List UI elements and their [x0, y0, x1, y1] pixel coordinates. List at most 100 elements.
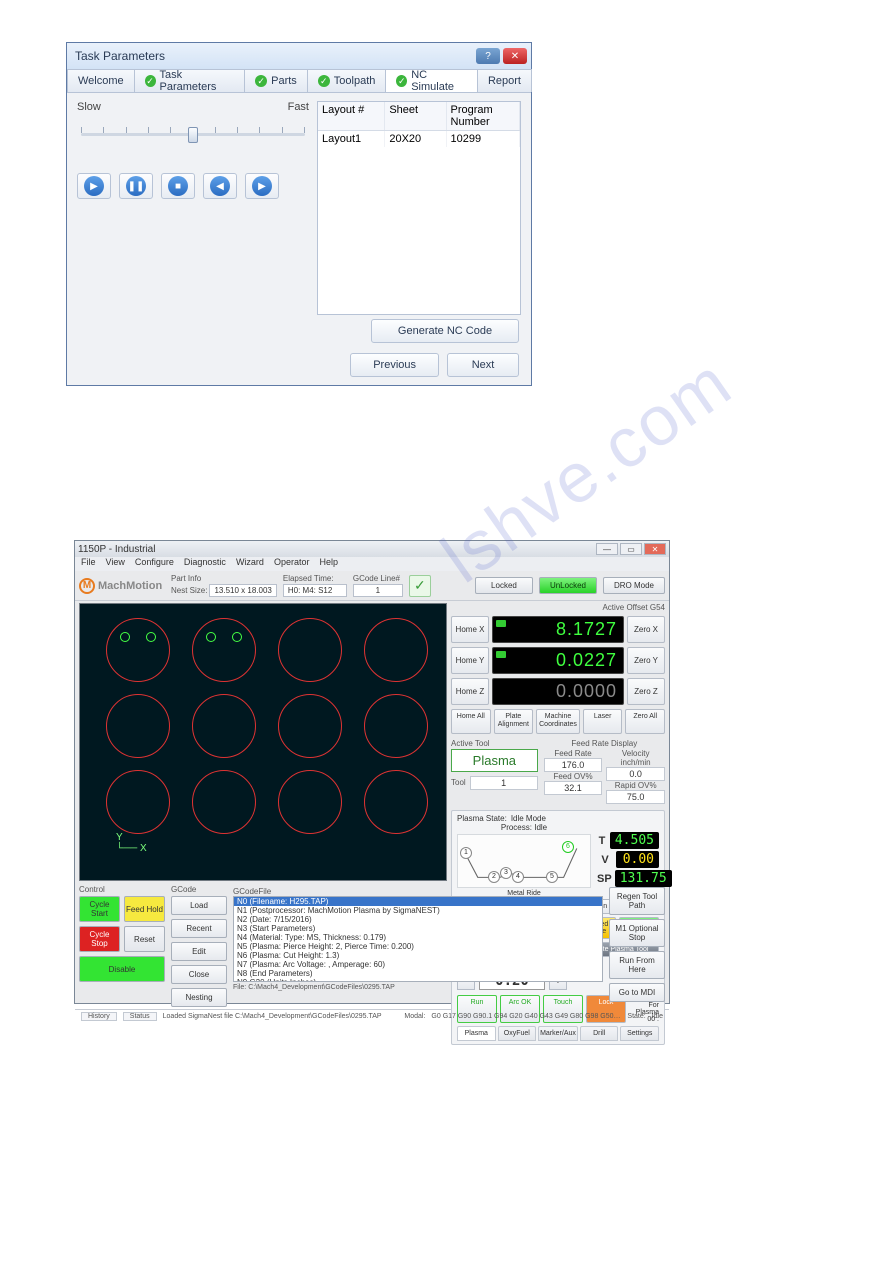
locked-button[interactable]: Locked [475, 577, 533, 594]
gcode-line[interactable]: N4 (Material: Type: MS, Thickness: 0.179… [234, 933, 602, 942]
nesting-button[interactable]: Nesting [171, 988, 227, 1007]
close-icon[interactable]: ✕ [644, 543, 666, 555]
load-button[interactable]: Load [171, 896, 227, 915]
grid-row[interactable]: Layout1 20X20 10299 [318, 131, 520, 147]
layout-grid[interactable]: Layout # Sheet Program Number Layout1 20… [317, 101, 521, 315]
status-tab-history[interactable]: History [81, 1012, 117, 1021]
feed-rate-value[interactable]: 176.0 [544, 758, 603, 772]
stop-button[interactable]: ■ [161, 173, 195, 199]
menu-diagnostic[interactable]: Diagnostic [184, 557, 226, 571]
zero-z-button[interactable]: Zero Z [627, 678, 665, 705]
menu-file[interactable]: File [81, 557, 96, 571]
disable-button[interactable]: Disable [79, 956, 165, 982]
v-value: 0.00 [616, 851, 659, 868]
gcode-column: GCode Load Recent Edit Close Nesting [171, 885, 227, 1007]
m1-optional-stop-button[interactable]: M1 Optional Stop [609, 919, 665, 947]
zero-y-button[interactable]: Zero Y [627, 647, 665, 674]
rapid-ov-value[interactable]: 75.0 [606, 790, 665, 804]
home-z-button[interactable]: Home Z [451, 678, 489, 705]
menu-configure[interactable]: Configure [135, 557, 174, 571]
recent-button[interactable]: Recent [171, 919, 227, 938]
speed-slider-block: Slow Fast ▶ ❚❚ ■ ◀ ▶ [77, 101, 309, 315]
plasma-state-label: Plasma State: [457, 814, 507, 823]
gcode-line[interactable]: N3 (Start Parameters) [234, 924, 602, 933]
pause-button[interactable]: ❚❚ [119, 173, 153, 199]
menu-operator[interactable]: Operator [274, 557, 310, 571]
reset-button[interactable]: Reset [124, 926, 165, 952]
plate-alignment-button[interactable]: Plate Alignment [494, 709, 534, 734]
toolpath-viewport[interactable]: Y└── X [79, 603, 447, 881]
go-to-mdi-button[interactable]: Go to MDI [609, 983, 665, 1002]
home-all-button[interactable]: Home All [451, 709, 491, 734]
status-message: Loaded SigmaNest file C:\Mach4_Developme… [163, 1013, 382, 1020]
edit-button[interactable]: Edit [171, 942, 227, 961]
tab-settings[interactable]: Settings [620, 1026, 659, 1041]
gcode-line[interactable]: N5 (Plasma: Pierce Height: 2, Pierce Tim… [234, 942, 602, 951]
menu-help[interactable]: Help [319, 557, 338, 571]
tab-drill[interactable]: Drill [580, 1026, 619, 1041]
menu-view[interactable]: View [106, 557, 125, 571]
machine-coords-button[interactable]: Machine Coordinates [536, 709, 580, 734]
gcode-line[interactable]: N6 (Plasma: Cut Height: 1.3) [234, 951, 602, 960]
dro-mode-button[interactable]: DRO Mode [603, 577, 665, 594]
tab-toolpath[interactable]: ✓Toolpath [307, 69, 387, 92]
col-program: Program Number [447, 102, 520, 130]
tab-plasma[interactable]: Plasma [457, 1026, 496, 1041]
dro-y-value[interactable]: 0.0227 [492, 647, 624, 674]
tab-marker[interactable]: Marker/Aux [538, 1026, 578, 1041]
gcode-line[interactable]: N8 (End Parameters) [234, 969, 602, 978]
previous-button[interactable]: Previous [350, 353, 439, 377]
play-button[interactable]: ▶ [77, 173, 111, 199]
feed-hold-button[interactable]: Feed Hold [124, 896, 165, 922]
maximize-icon[interactable]: ▭ [620, 543, 642, 555]
play-icon: ▶ [84, 176, 104, 196]
unlocked-button[interactable]: UnLocked [539, 577, 597, 594]
nest-size-field[interactable]: 13.510 x 18.003 [209, 584, 276, 597]
generate-nc-code-button[interactable]: Generate NC Code [371, 319, 519, 343]
speed-slider[interactable] [77, 123, 309, 147]
home-x-button[interactable]: Home X [451, 616, 489, 643]
gcode-line[interactable]: N2 (Date: 7/15/2016) [234, 915, 602, 924]
gcode-line[interactable]: N1 (Postprocessor: MachMotion Plasma by … [234, 906, 602, 915]
titlebar[interactable]: Task Parameters ? ✕ [67, 43, 531, 69]
regen-toolpath-button[interactable]: Regen Tool Path [609, 887, 665, 915]
check-icon: ✓ [396, 75, 407, 87]
feed-ov-value[interactable]: 32.1 [544, 781, 603, 795]
next-button[interactable]: Next [447, 353, 519, 377]
laser-button[interactable]: Laser [583, 709, 623, 734]
part-info-label: Part Info [171, 574, 277, 583]
minimize-icon[interactable]: — [596, 543, 618, 555]
process-label: Process: [501, 823, 532, 832]
tab-welcome[interactable]: Welcome [67, 69, 135, 92]
zero-x-button[interactable]: Zero X [627, 616, 665, 643]
velocity-value[interactable]: 0.0 [606, 767, 665, 781]
dro-z-value[interactable]: 0.0000 [492, 678, 624, 705]
dro-x-value[interactable]: 8.1727 [492, 616, 624, 643]
cycle-start-button[interactable]: Cycle Start [79, 896, 120, 922]
cycle-stop-button[interactable]: Cycle Stop [79, 926, 120, 952]
graph-node-5: 5 [546, 871, 558, 883]
slider-thumb[interactable] [188, 127, 198, 143]
gcode-listing[interactable]: N0 (Filename: H295.TAP) N1 (Postprocesso… [233, 896, 603, 982]
gcode-line[interactable]: N7 (Plasma: Arc Voltage: , Amperage: 60) [234, 960, 602, 969]
run-from-here-button[interactable]: Run From Here [609, 951, 665, 979]
step-fwd-button[interactable]: ▶ [245, 173, 279, 199]
status-tab-status[interactable]: Status [123, 1012, 157, 1021]
step-back-button[interactable]: ◀ [203, 173, 237, 199]
help-icon[interactable]: ? [476, 48, 500, 64]
tab-report[interactable]: Report [477, 69, 532, 92]
tab-task-parameters[interactable]: ✓Task Parameters [134, 69, 245, 92]
titlebar[interactable]: 1150P - Industrial — ▭ ✕ [75, 541, 669, 557]
zero-all-button[interactable]: Zero All [625, 709, 665, 734]
tab-nc-simulate[interactable]: ✓NC Simulate [385, 69, 478, 92]
machmotion-window: 1150P - Industrial — ▭ ✕ File View Confi… [74, 540, 670, 1004]
gcode-line-field[interactable]: 1 [353, 584, 403, 597]
home-y-button[interactable]: Home Y [451, 647, 489, 674]
gcode-line[interactable]: N0 (Filename: H295.TAP) [234, 897, 602, 906]
close-icon[interactable]: ✕ [503, 48, 527, 64]
menu-wizard[interactable]: Wizard [236, 557, 264, 571]
tool-field[interactable]: 1 [470, 776, 538, 790]
tab-oxyfuel[interactable]: OxyFuel [498, 1026, 537, 1041]
tab-parts[interactable]: ✓Parts [244, 69, 308, 92]
close-button[interactable]: Close [171, 965, 227, 984]
